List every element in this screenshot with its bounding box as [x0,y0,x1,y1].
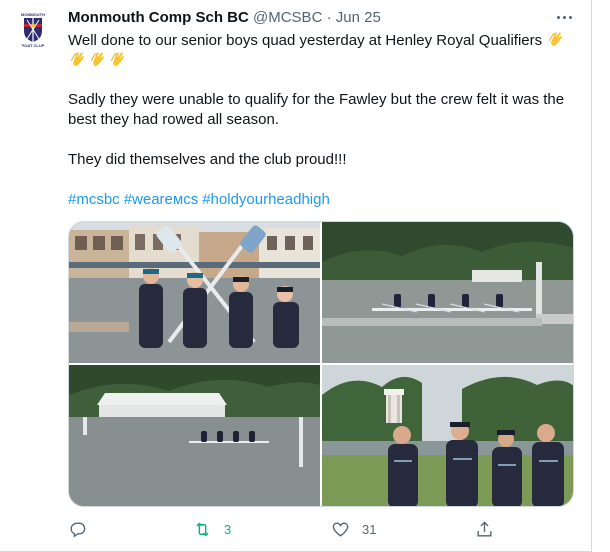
more-options-icon[interactable] [552,6,576,28]
reply-icon [70,521,86,537]
tweet-para2-line2: best they had rowed all season. [68,111,279,128]
avatar[interactable]: MONMOUTH BOAT CLUB [13,9,53,49]
author-name[interactable]: Monmouth Comp Sch BC [68,9,249,26]
like-button[interactable]: 31 [331,515,376,543]
tweet-date[interactable]: Jun 25 [336,9,381,26]
clapping-hands-icon [70,52,84,66]
share-icon [477,520,492,537]
hashtag-link[interactable]: #mcsbc [68,191,120,208]
retweet-button[interactable]: 3 [193,515,231,543]
tweet-emoji-line [68,50,128,71]
tweet-line1: Well done to our senior boys quad yester… [68,32,543,49]
like-count: 31 [362,521,377,537]
retweet-count: 3 [224,521,232,537]
tweet-para2-line1: Sadly they were unable to qualify for th… [68,91,565,108]
tweet-card[interactable]: MONMOUTH BOAT CLUB Monmouth Comp Sch BC … [0,0,592,552]
photo-quad-marquee[interactable] [69,365,320,506]
clapping-hands-icon [90,52,104,66]
reply-button[interactable] [68,515,99,543]
clapping-hands-icon [110,52,124,66]
author-handle[interactable]: @MCSBC [253,9,322,26]
photo-quad-rowing[interactable] [322,222,573,363]
hashtags: #mcsbc #weareмcs #holdyourheadhigh [68,190,334,210]
tweet-text-line1: Well done to our senior boys quad yester… [68,30,566,51]
retweet-icon [196,522,209,536]
crest-top-text: MONMOUTH [21,12,45,17]
crest-bottom-text: BOAT CLUB [21,43,44,48]
clapping-hands-icon [549,32,563,46]
tweet-actions: 3 31 [60,515,580,543]
tweet-header: Monmouth Comp Sch BC @MCSBC · Jun 25 [68,9,381,27]
heart-icon [332,521,349,537]
media-grid [68,221,574,507]
separator-dot: · [326,9,332,26]
hashtag-link[interactable]: #holdyourheadhigh [202,191,330,208]
hashtag-link[interactable]: #weareмcs [124,191,199,208]
tweet-para3: They did themselves and the club proud!!… [68,151,347,168]
photo-crew-with-oars[interactable] [69,222,320,363]
photo-crew-backs[interactable] [322,365,573,506]
club-crest-icon: MONMOUTH BOAT CLUB [14,10,52,48]
share-button[interactable] [475,515,506,543]
